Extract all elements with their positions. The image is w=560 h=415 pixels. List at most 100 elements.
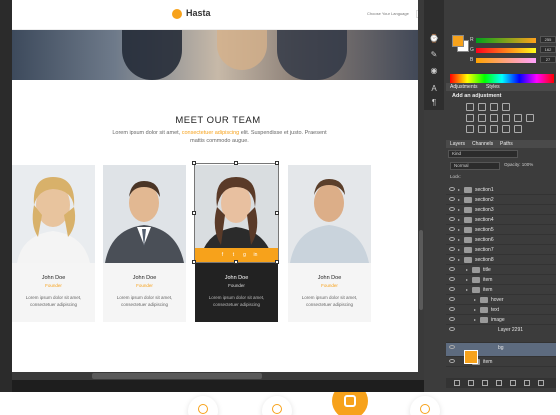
layer-row[interactable]: ▸ image — [446, 315, 556, 325]
expand-arrow-icon[interactable]: ▸ — [458, 237, 460, 242]
hue-icon[interactable] — [478, 114, 486, 122]
layer-row[interactable]: ▸ title — [446, 265, 556, 275]
gradientmap-icon[interactable] — [502, 125, 510, 133]
tab-layers[interactable]: Layers — [450, 141, 465, 147]
layer-row[interactable]: ▸item — [446, 357, 556, 367]
scroll-thumb[interactable] — [419, 230, 423, 310]
expand-arrow-icon[interactable]: ▸ — [466, 267, 468, 272]
layer-row[interactable]: ▸item — [446, 275, 556, 285]
expand-arrow-icon[interactable]: ▸ — [474, 307, 476, 312]
scroll-thumb[interactable] — [92, 373, 262, 379]
layer-thumbnail[interactable] — [464, 350, 478, 364]
expand-arrow-icon[interactable]: ▸ — [458, 227, 460, 232]
visibility-eye-icon[interactable] — [449, 197, 455, 201]
transform-selection[interactable] — [192, 161, 279, 264]
visibility-eye-icon[interactable] — [449, 227, 455, 231]
channelmixer-icon[interactable] — [526, 114, 534, 122]
team-card[interactable]: John Doe Founder Lorem ipsum dolor sit a… — [288, 165, 371, 322]
layer-filter-select[interactable]: Kind — [448, 150, 518, 158]
selectivecolor-icon[interactable] — [514, 125, 522, 133]
mask-icon[interactable] — [482, 380, 488, 386]
visibility-eye-icon[interactable] — [449, 287, 455, 291]
team-card[interactable]: John Doe Founder Lorem ipsum dolor sit a… — [12, 165, 95, 322]
transform-handle[interactable] — [275, 211, 279, 215]
visibility-eye-icon[interactable] — [449, 359, 455, 363]
posterize-icon[interactable] — [478, 125, 486, 133]
tab-channels[interactable]: Channels — [472, 141, 493, 147]
preview-round-button[interactable] — [262, 396, 292, 415]
share-round-button[interactable] — [410, 396, 440, 415]
transform-handle[interactable] — [192, 161, 196, 165]
visibility-eye-icon[interactable] — [449, 345, 455, 349]
fx-icon[interactable] — [468, 380, 474, 386]
expand-arrow-icon[interactable]: ▸ — [458, 247, 460, 252]
slider-value[interactable]: 27 — [540, 56, 556, 63]
transform-handle[interactable] — [275, 260, 279, 264]
history-icon[interactable]: ⌚ — [429, 34, 439, 44]
levels-icon[interactable] — [478, 103, 486, 111]
expand-arrow-icon[interactable]: ▸ — [466, 287, 468, 292]
settings-round-button[interactable] — [188, 396, 218, 415]
slider-value[interactable]: 162 — [540, 46, 556, 53]
character-icon[interactable]: A — [429, 84, 439, 94]
transform-handle[interactable] — [234, 161, 238, 165]
layer-row[interactable]: ▸ section3 — [446, 205, 556, 215]
tab-styles[interactable]: Styles — [486, 84, 500, 90]
expand-arrow-icon[interactable]: ▸ — [458, 217, 460, 222]
brightness-icon[interactable] — [466, 103, 474, 111]
invert-icon[interactable] — [466, 125, 474, 133]
info-icon[interactable]: ◉ — [429, 66, 439, 76]
adjustment-layer-icon[interactable] — [496, 380, 502, 386]
visibility-eye-icon[interactable] — [449, 317, 455, 321]
new-group-icon[interactable] — [510, 380, 516, 386]
blend-mode-select[interactable]: Normal — [450, 162, 500, 170]
link-icon[interactable] — [454, 380, 460, 386]
layer-row[interactable]: Layer 2291 — [446, 325, 556, 343]
layer-row[interactable]: bg — [446, 343, 556, 357]
visibility-eye-icon[interactable] — [449, 327, 455, 331]
expand-arrow-icon[interactable]: ▸ — [458, 257, 460, 262]
layer-row[interactable]: ▸ section2 — [446, 195, 556, 205]
expand-arrow-icon[interactable]: ▸ — [458, 207, 460, 212]
opacity-field[interactable]: Opacity: 100% — [504, 162, 533, 167]
red-slider[interactable]: R 255 — [470, 36, 556, 43]
green-slider[interactable]: G 162 — [470, 46, 556, 53]
new-layer-icon[interactable] — [524, 380, 530, 386]
foreground-swatch[interactable] — [452, 35, 464, 47]
layer-row[interactable]: ▸ text — [446, 305, 556, 315]
expand-arrow-icon[interactable]: ▸ — [458, 187, 460, 192]
tab-paths[interactable]: Paths — [500, 141, 513, 147]
expand-arrow-icon[interactable]: ▸ — [458, 197, 460, 202]
layer-row[interactable]: ▸ section7 — [446, 245, 556, 255]
brush-icon[interactable]: ✎ — [429, 50, 439, 60]
layer-row[interactable]: ▸ section8 — [446, 255, 556, 265]
horizontal-scrollbar[interactable] — [12, 372, 424, 380]
visibility-eye-icon[interactable] — [449, 267, 455, 271]
curves-icon[interactable] — [490, 103, 498, 111]
layer-row[interactable]: ▸ section4 — [446, 215, 556, 225]
layer-row[interactable]: ▸ section6 — [446, 235, 556, 245]
paragraph-icon[interactable]: ¶ — [429, 98, 439, 108]
threshold-icon[interactable] — [490, 125, 498, 133]
vibrance-icon[interactable] — [466, 114, 474, 122]
layer-row[interactable]: ▸ section1 — [446, 185, 556, 195]
visibility-eye-icon[interactable] — [449, 187, 455, 191]
visibility-eye-icon[interactable] — [449, 237, 455, 241]
transform-handle[interactable] — [192, 211, 196, 215]
visibility-eye-icon[interactable] — [449, 207, 455, 211]
visibility-eye-icon[interactable] — [449, 307, 455, 311]
team-card[interactable]: John Doe Founder Lorem ipsum dolor sit a… — [103, 165, 186, 322]
bw-icon[interactable] — [502, 114, 510, 122]
layer-row[interactable]: ▸ section5 — [446, 225, 556, 235]
trash-icon[interactable] — [538, 380, 544, 386]
exposure-icon[interactable] — [502, 103, 510, 111]
visibility-eye-icon[interactable] — [449, 277, 455, 281]
expand-arrow-icon[interactable]: ▸ — [466, 277, 468, 282]
slider-value[interactable]: 255 — [540, 36, 556, 43]
visibility-eye-icon[interactable] — [449, 257, 455, 261]
visibility-eye-icon[interactable] — [449, 217, 455, 221]
blue-slider[interactable]: B 27 — [470, 56, 556, 63]
document-canvas[interactable]: Hasta Choose Your Language MEET OUR TEAM… — [12, 0, 424, 372]
desc-highlight[interactable]: consectetuer adipiscing — [182, 130, 239, 136]
photofilter-icon[interactable] — [514, 114, 522, 122]
